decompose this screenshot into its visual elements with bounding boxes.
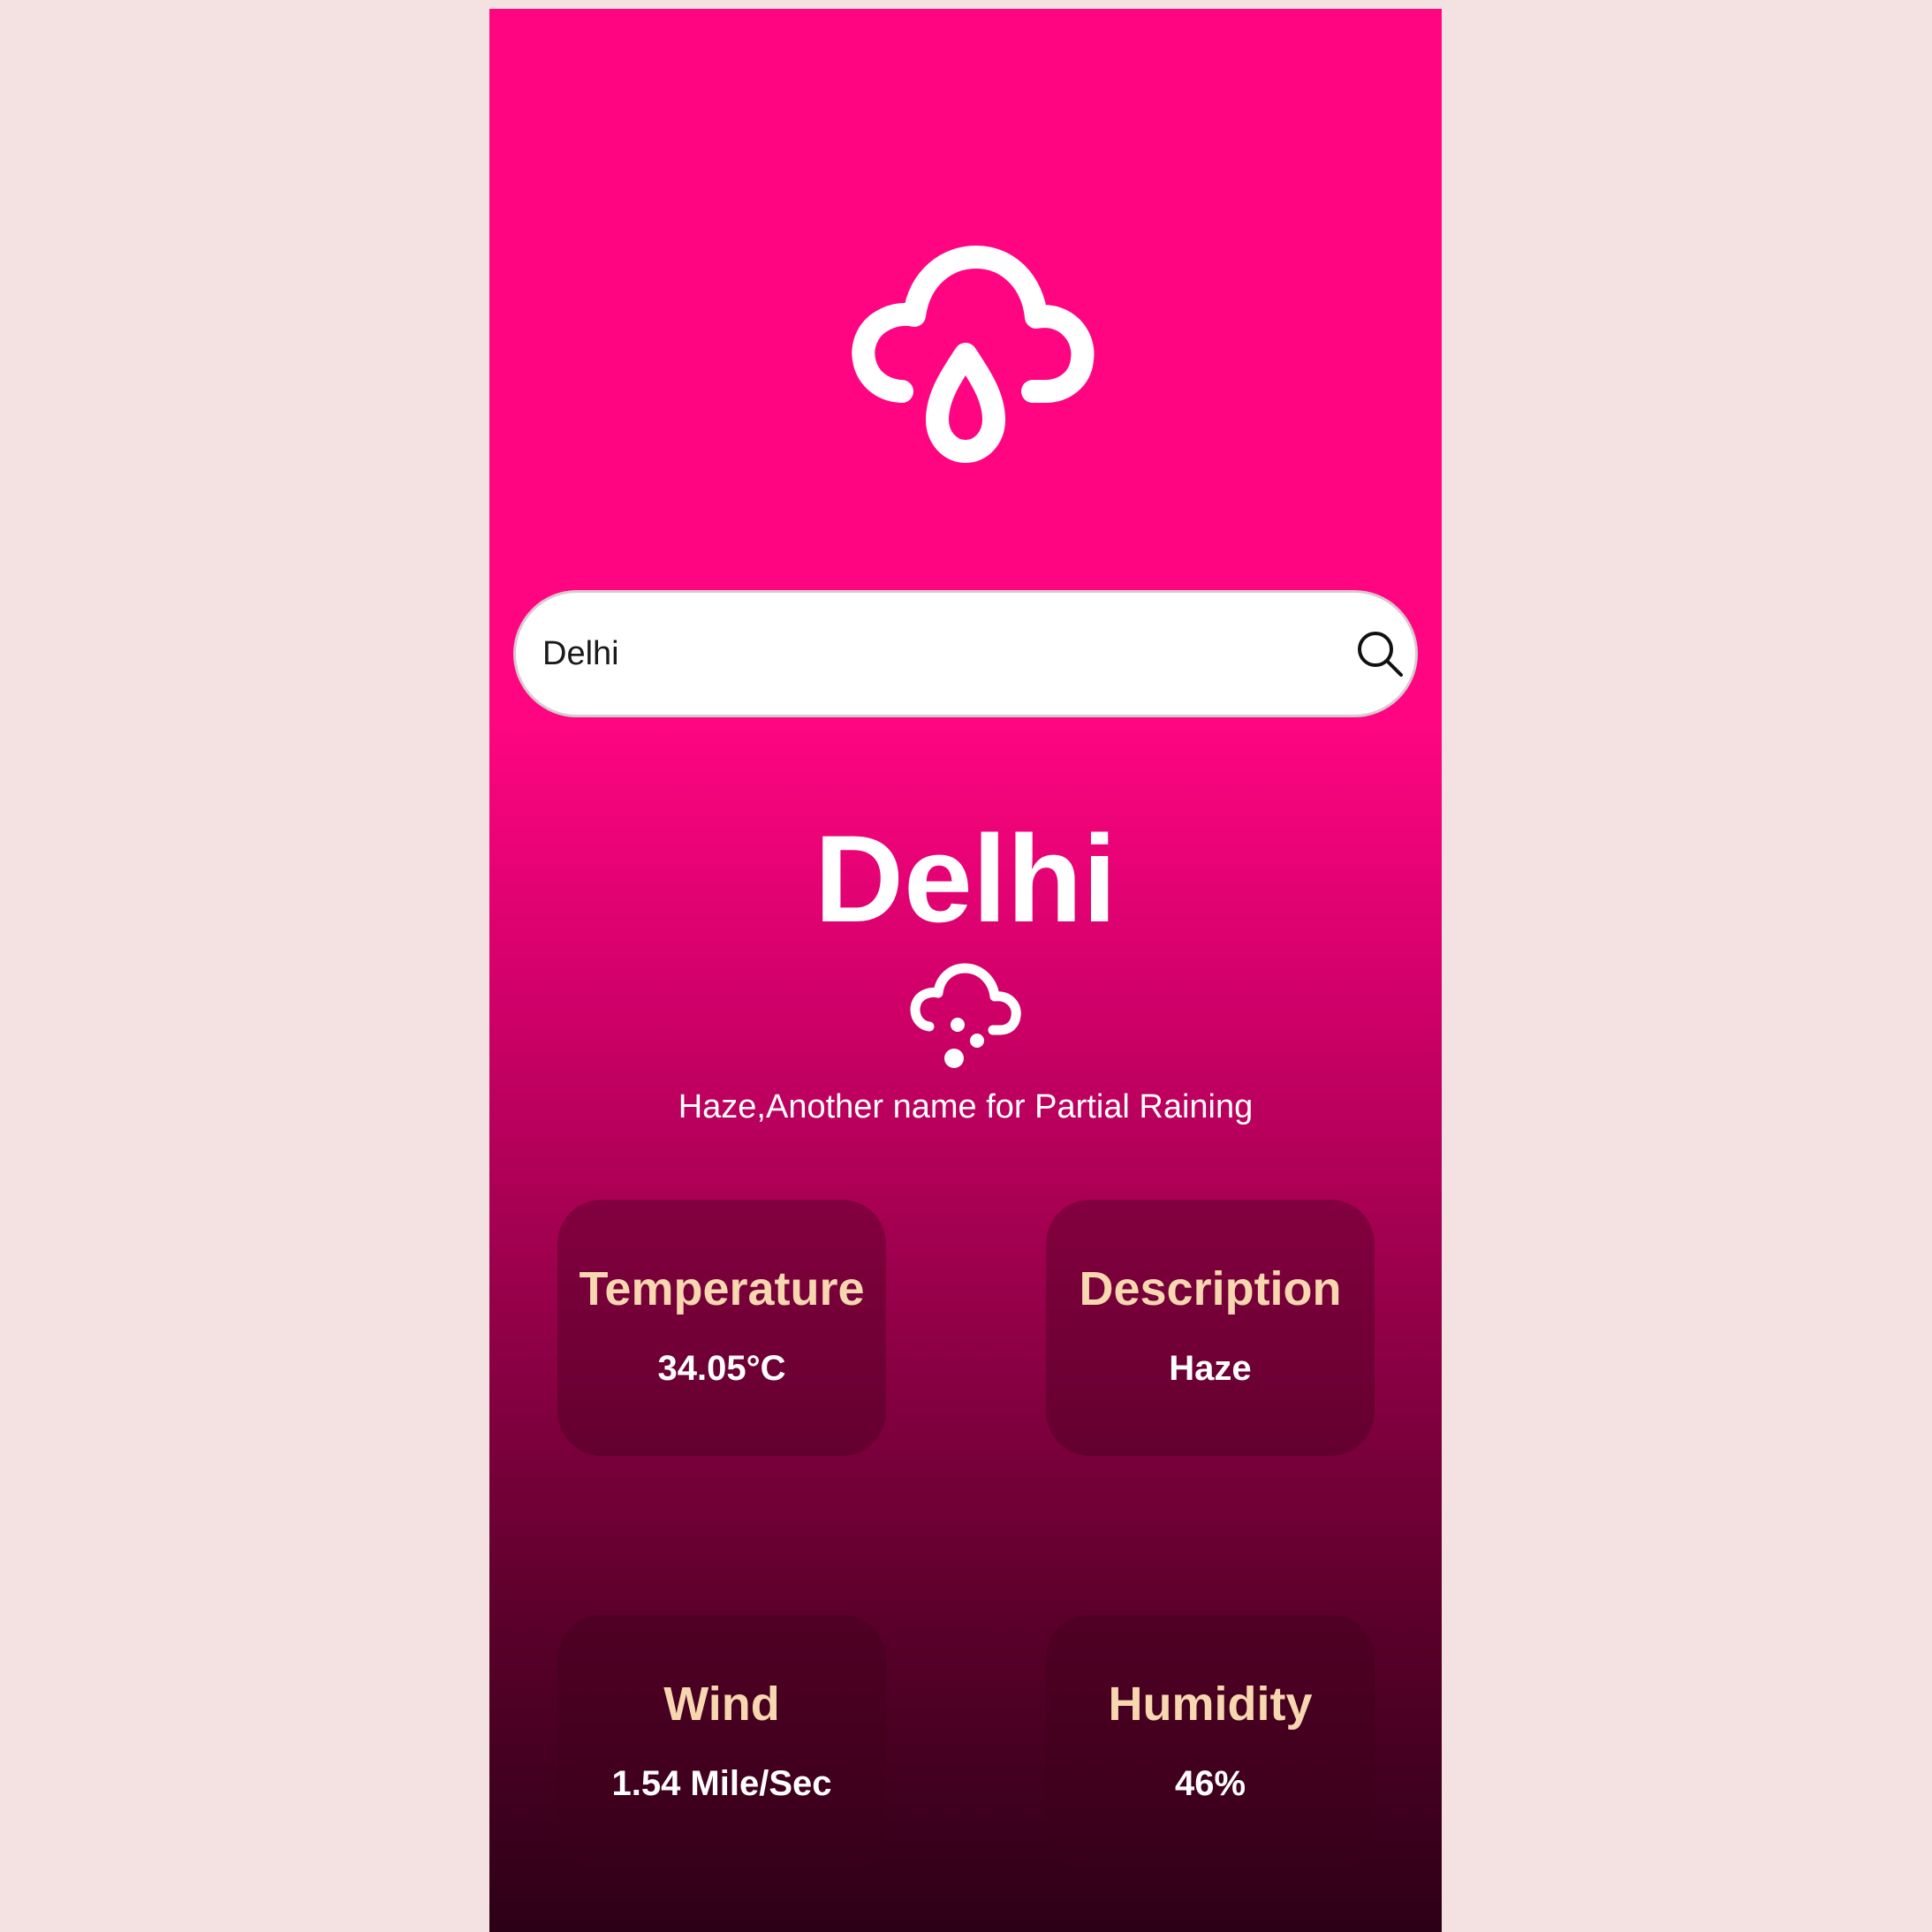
wind-label: Wind — [663, 1678, 780, 1731]
weather-app-screen: Delhi Haze,Another name for Partial Rain… — [489, 9, 1442, 1932]
wind-value: 1.54 Mile/Sec — [611, 1764, 832, 1803]
temperature-label: Temperature — [579, 1262, 865, 1315]
search-icon[interactable] — [1355, 629, 1405, 678]
weather-description: Haze,Another name for Partial Raining — [678, 1088, 1254, 1125]
temperature-card: Temperature 34.05°C — [557, 1200, 886, 1456]
cloud-hail-icon — [910, 963, 1021, 1068]
description-card: Description Haze — [1046, 1200, 1375, 1456]
description-value: Haze — [1169, 1349, 1252, 1388]
search-bar — [513, 590, 1418, 717]
search-input[interactable] — [542, 593, 1302, 715]
humidity-value: 46% — [1174, 1764, 1246, 1803]
city-name: Delhi — [814, 809, 1118, 948]
humidity-card: Humidity 46% — [1046, 1615, 1375, 1871]
description-label: Description — [1079, 1262, 1342, 1315]
humidity-label: Humidity — [1108, 1678, 1313, 1731]
temperature-value: 34.05°C — [657, 1349, 786, 1388]
cloud-rain-drop-icon — [852, 246, 1095, 463]
wind-card: Wind 1.54 Mile/Sec — [557, 1615, 886, 1871]
